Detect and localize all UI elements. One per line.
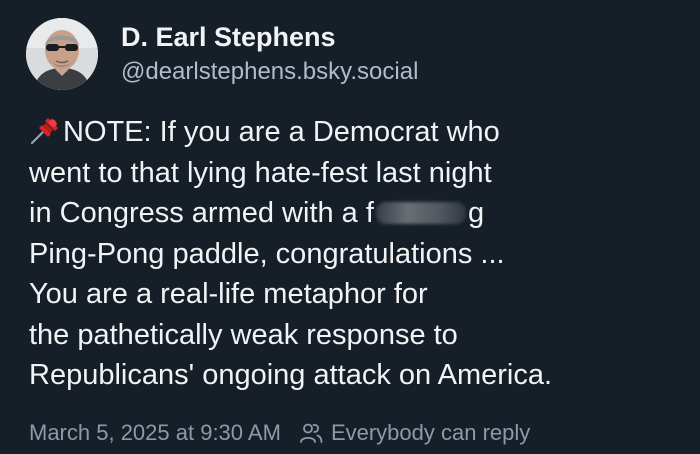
pushpin-icon [29,115,62,145]
post-line-7: Republicans' ongoing attack on America. [29,359,553,391]
author-display-name[interactable]: D. Earl Stephens [121,20,336,54]
post-body: NOTE: If you are a Democrat who went to … [29,112,679,396]
post-meta: March 5, 2025 at 9:30 AM Everybody can r… [29,419,530,447]
post-line-5: You are a real-life metaphor for [29,278,428,310]
profile-photo-icon [26,18,98,90]
post-line-4: Ping-Pong paddle, congratulations ... [29,237,505,270]
post-timestamp[interactable]: March 5, 2025 at 9:30 AM [29,419,281,447]
post-text-segment: in Congress armed with a f [29,197,374,229]
reply-audience[interactable]: Everybody can reply [331,419,530,447]
post-text-segment: g [467,197,485,229]
post-line-6: the pathetically weak response to [29,318,458,351]
censored-word [375,202,466,224]
author-avatar[interactable] [26,18,98,90]
post-card: D. Earl Stephens @dearlstephens.bsky.soc… [0,0,700,454]
post-text-segment: NOTE: If you are a Democrat who [63,116,500,148]
people-icon [299,422,323,444]
post-line-3: in Congress armed with a f g [29,193,679,234]
post-line-1: NOTE: If you are a Democrat who [29,112,679,153]
author-handle[interactable]: @dearlstephens.bsky.social [121,56,418,88]
post-line-2: went to that lying hate-fest last night [29,156,492,189]
